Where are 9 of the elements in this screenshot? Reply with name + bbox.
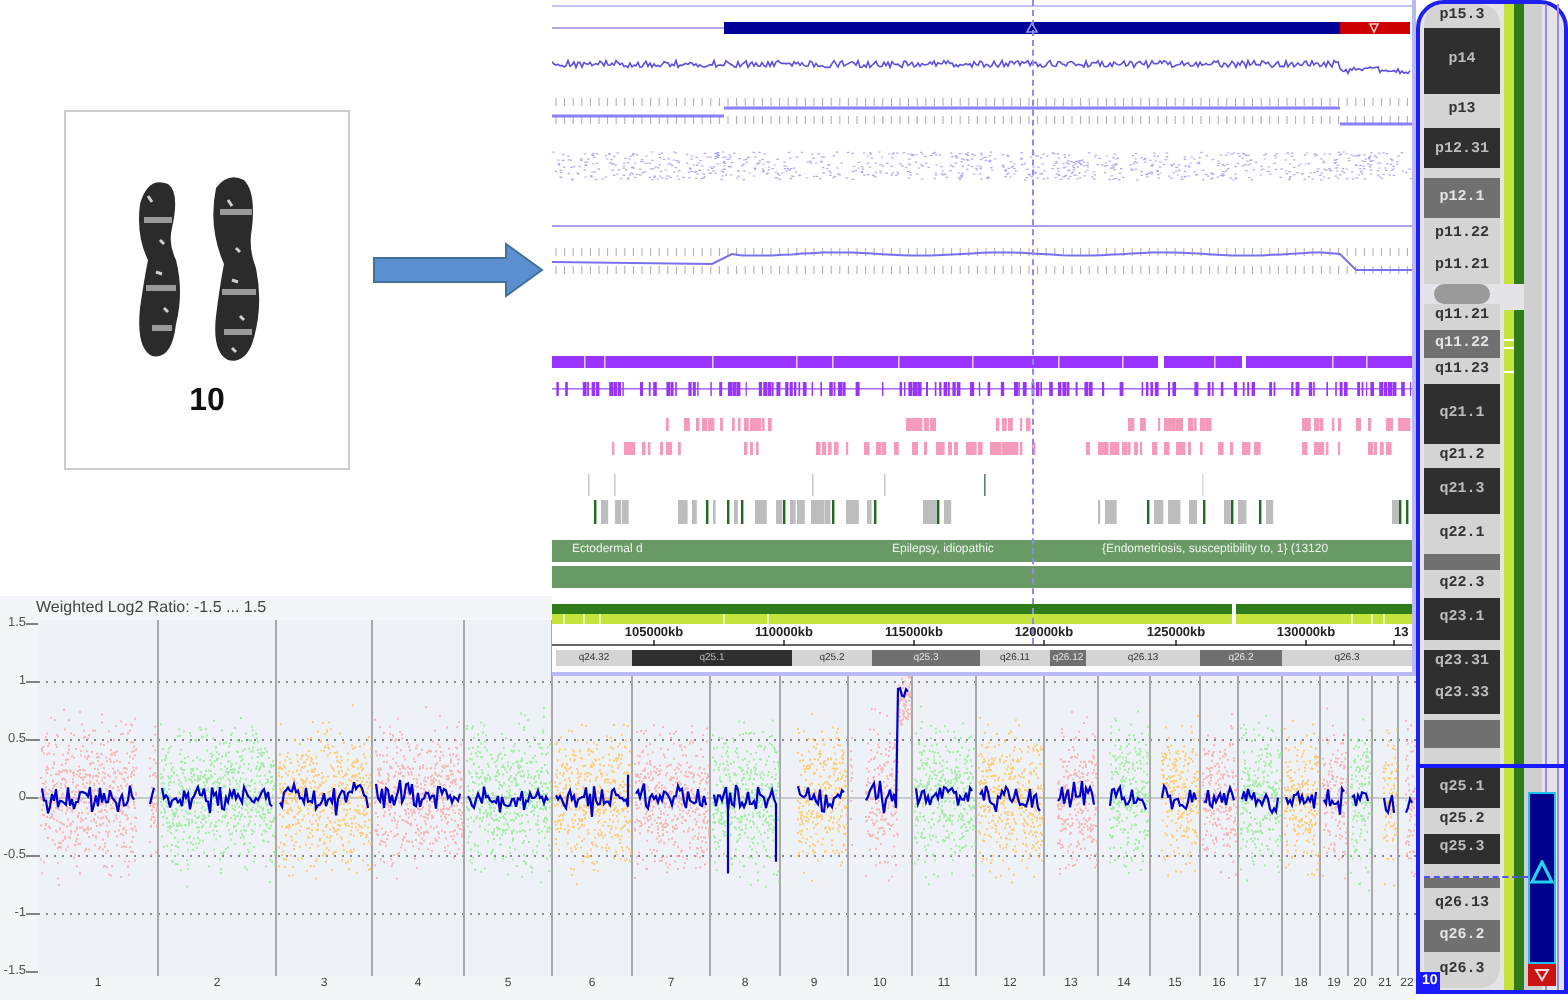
up-triangle-icon[interactable] xyxy=(1530,860,1554,884)
selection-frame[interactable] xyxy=(1416,764,1568,994)
chromosome-number: 10 xyxy=(189,384,225,420)
position-line xyxy=(1424,876,1528,878)
down-arrow-button[interactable] xyxy=(1340,22,1410,34)
plot-title: Weighted Log2 Ratio: -1.5 ... 1.5 xyxy=(36,598,267,618)
down-triangle-icon xyxy=(1534,969,1550,982)
up-triangle-icon xyxy=(1025,21,1039,33)
down-arrow-button[interactable] xyxy=(1528,964,1556,986)
